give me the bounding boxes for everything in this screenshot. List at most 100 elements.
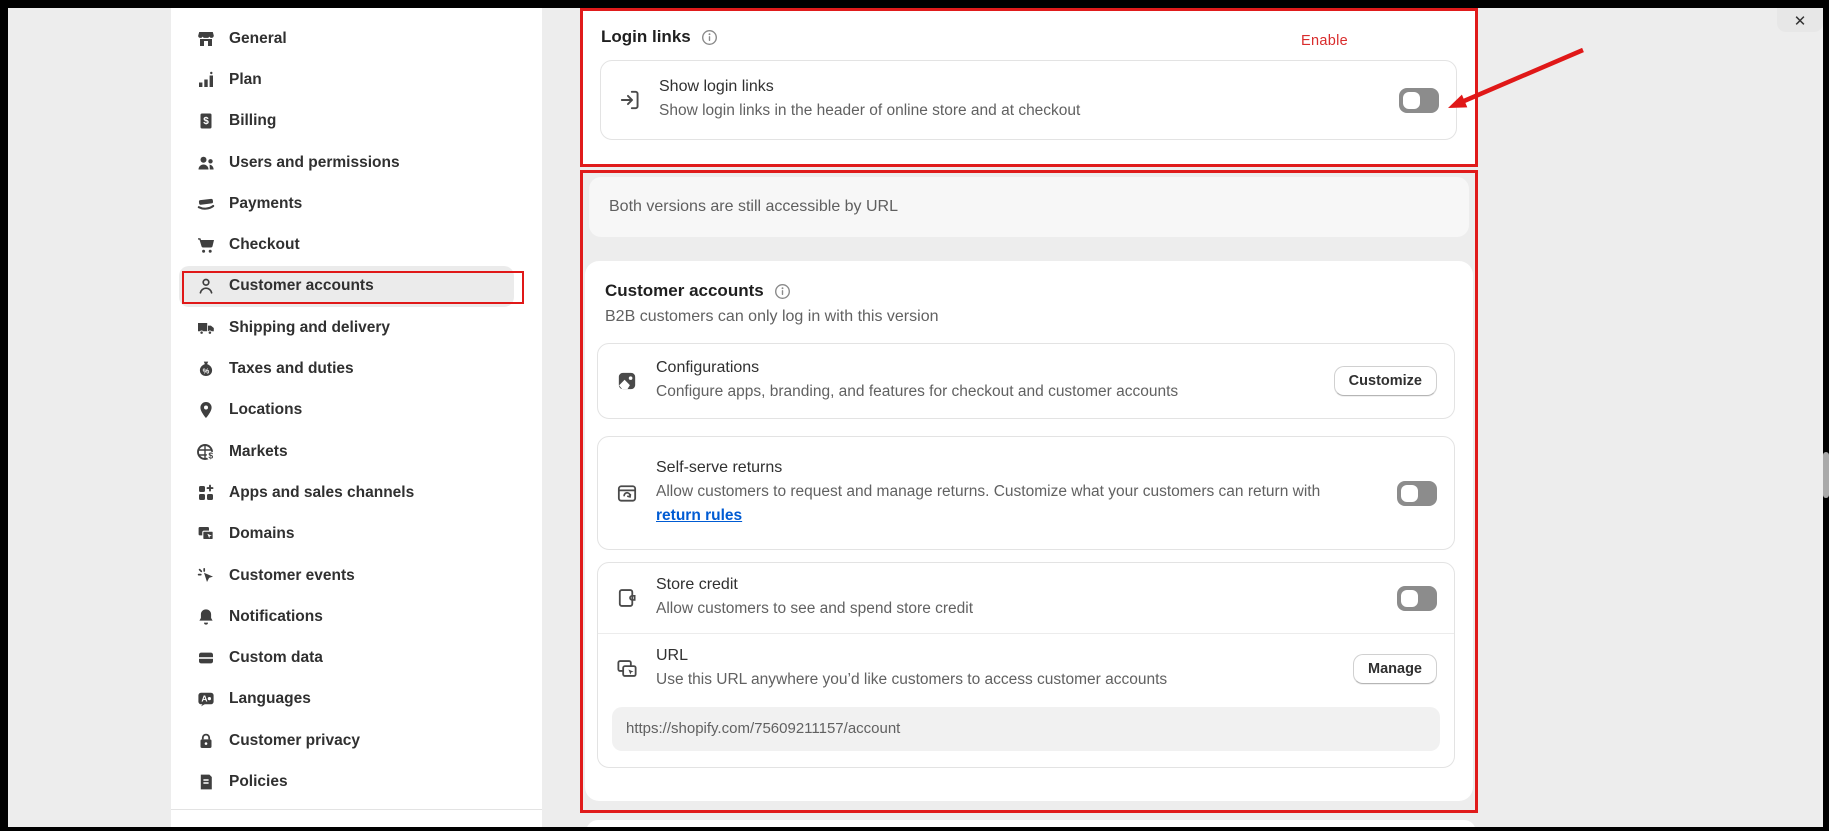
sidebar-item-notifications[interactable]: Notifications: [179, 596, 514, 637]
payments-hand-icon: [196, 194, 216, 214]
url-title: URL: [656, 647, 1167, 665]
sidebar-item-taxes-and-duties[interactable]: % Taxes and duties: [179, 348, 514, 389]
lock-icon: [196, 731, 216, 751]
url-description: Use this URL anywhere you’d like custome…: [656, 668, 1167, 691]
sidebar-item-label: Checkout: [229, 236, 300, 254]
sidebar-item-users-and-permissions[interactable]: Users and permissions: [179, 142, 514, 183]
show-login-links-toggle[interactable]: [1399, 88, 1439, 113]
sidebar-item-plan[interactable]: Plan: [179, 59, 514, 100]
store-credit-toggle[interactable]: [1397, 586, 1437, 611]
sidebar-item-label: Domains: [229, 525, 294, 543]
person-icon: [196, 276, 216, 296]
configurations-description: Configure apps, branding, and features f…: [656, 380, 1178, 403]
settings-window: General Plan $ Billing Users and permiss…: [8, 8, 1823, 827]
url-windows-icon: [615, 657, 639, 681]
sidebar-item-shipping-and-delivery[interactable]: Shipping and delivery: [179, 307, 514, 348]
customer-accounts-card: Customer accounts B2B customers can only…: [585, 261, 1473, 801]
sidebar-item-custom-data[interactable]: Custom data: [179, 637, 514, 678]
sidebar-item-languages[interactable]: A Languages: [179, 679, 514, 720]
sidebar-item-billing[interactable]: $ Billing: [179, 101, 514, 142]
close-button[interactable]: ✕: [1777, 8, 1823, 32]
cursor-click-icon: [196, 566, 216, 586]
globe-dollar-icon: $: [196, 442, 216, 462]
account-url-field[interactable]: https://shopify.com/75609211157/account: [612, 707, 1440, 751]
return-rules-link[interactable]: return rules: [656, 507, 742, 524]
login-arrow-icon: [618, 88, 642, 112]
store-credit-title: Store credit: [656, 576, 973, 594]
sidebar-item-customer-events[interactable]: Customer events: [179, 555, 514, 596]
versions-banner: Both versions are still accessible by UR…: [589, 177, 1469, 237]
self-serve-returns-title: Self-serve returns: [656, 459, 1363, 477]
users-icon: [196, 153, 216, 173]
login-links-section: Login links Enable Show login links Show…: [580, 8, 1478, 167]
sidebar-item-label: Shipping and delivery: [229, 319, 390, 337]
sidebar-item-label: Apps and sales channels: [229, 484, 414, 502]
cart-icon: [196, 235, 216, 255]
self-serve-returns-description: Allow customers to request and manage re…: [656, 480, 1363, 527]
sidebar-item-payments[interactable]: Payments: [179, 183, 514, 224]
sidebar-item-label: Policies: [229, 773, 288, 791]
info-icon[interactable]: [774, 283, 791, 300]
truck-icon: [196, 318, 216, 338]
sidebar-item-customer-privacy[interactable]: Customer privacy: [179, 720, 514, 761]
sidebar-item-label: Customer accounts: [229, 277, 374, 295]
login-links-title: Login links: [601, 27, 691, 47]
sidebar-item-customer-accounts[interactable]: Customer accounts: [179, 266, 514, 307]
self-serve-returns-toggle[interactable]: [1397, 481, 1437, 506]
document-icon: [196, 772, 216, 792]
main-content: Login links Enable Show login links Show…: [580, 8, 1478, 813]
configurations-title: Configurations: [656, 359, 1178, 377]
show-login-links-description: Show login links in the header of online…: [659, 99, 1080, 122]
store-credit-description: Allow customers to see and spend store c…: [656, 597, 973, 620]
sidebar-item-label: Markets: [229, 443, 288, 461]
sidebar-item-label: Payments: [229, 195, 302, 213]
sidebar-item-label: Users and permissions: [229, 154, 400, 172]
info-icon[interactable]: [701, 29, 718, 46]
store-credit-row: Store credit Allow customers to see and …: [598, 563, 1454, 633]
sidebar-item-label: Customer events: [229, 567, 355, 585]
sidebar-item-apps-and-sales-channels[interactable]: Apps and sales channels: [179, 472, 514, 513]
sidebar-item-label: Languages: [229, 690, 311, 708]
sidebar-item-label: Plan: [229, 71, 262, 89]
data-box-icon: [196, 648, 216, 668]
returns-package-icon: [615, 481, 639, 505]
settings-sidebar: General Plan $ Billing Users and permiss…: [171, 8, 542, 827]
bell-icon: [196, 607, 216, 627]
apps-grid-icon: [196, 483, 216, 503]
sidebar-item-general[interactable]: General: [179, 18, 514, 59]
customer-accounts-section: Both versions are still accessible by UR…: [580, 170, 1478, 813]
translate-icon: A: [196, 689, 216, 709]
svg-text:%: %: [203, 366, 210, 375]
sidebar-item-label: Taxes and duties: [229, 360, 354, 378]
manage-button[interactable]: Manage: [1353, 654, 1437, 684]
configurations-row: Configurations Configure apps, branding,…: [597, 343, 1455, 419]
store-icon: [196, 29, 216, 49]
sidebar-item-label: Customer privacy: [229, 732, 360, 750]
next-section-partial-card: [586, 820, 1476, 827]
store-credit-wallet-icon: [615, 586, 639, 610]
sidebar-item-locations[interactable]: Locations: [179, 390, 514, 431]
plan-steps-icon: [196, 70, 216, 90]
sidebar-bottom-divider: [171, 809, 542, 810]
svg-text:$: $: [203, 116, 209, 127]
sidebar-item-markets[interactable]: $ Markets: [179, 431, 514, 472]
show-login-links-row: Show login links Show login links in the…: [600, 60, 1457, 140]
domains-windows-icon: [196, 524, 216, 544]
sidebar-item-label: General: [229, 30, 287, 48]
tax-bag-icon: %: [196, 359, 216, 379]
customer-accounts-title: Customer accounts: [605, 281, 764, 301]
close-icon: ✕: [1794, 14, 1807, 32]
sidebar-item-label: Billing: [229, 112, 276, 130]
sidebar-item-policies[interactable]: Policies: [179, 761, 514, 802]
vertical-scrollbar-thumb[interactable]: [1823, 452, 1829, 498]
sidebar-item-domains[interactable]: Domains: [179, 514, 514, 555]
sidebar-item-label: Locations: [229, 401, 302, 419]
screenshot-frame: General Plan $ Billing Users and permiss…: [0, 0, 1829, 831]
self-serve-returns-row: Self-serve returns Allow customers to re…: [597, 436, 1455, 550]
settings-nav: General Plan $ Billing Users and permiss…: [171, 18, 542, 803]
billing-receipt-icon: $: [196, 111, 216, 131]
sidebar-item-checkout[interactable]: Checkout: [179, 224, 514, 265]
map-pin-icon: [196, 400, 216, 420]
sidebar-item-label: Custom data: [229, 649, 323, 667]
customize-button[interactable]: Customize: [1334, 366, 1437, 396]
